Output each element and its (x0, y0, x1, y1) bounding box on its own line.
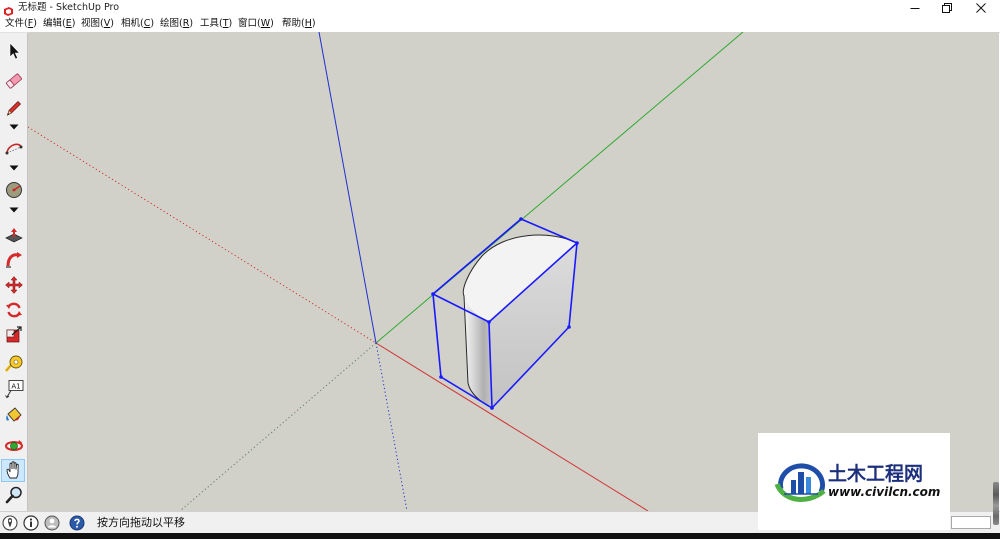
eraser-icon (6, 73, 22, 89)
credits-icon (23, 515, 39, 531)
menu-bar: 文件(F) 编辑(E) 视图(V) 相机(C) 绘图(R) 工具(T) 窗口(W… (0, 16, 1000, 33)
restore-button[interactable] (933, 0, 961, 16)
watermark-site-url: www.civilcn.com (828, 485, 941, 499)
paint-bucket-icon (6, 407, 22, 422)
red-axis-negative (28, 126, 377, 344)
taskbar-edge (0, 533, 1000, 539)
help-icon (69, 515, 85, 531)
rotate-icon (6, 302, 22, 318)
pan-hand-icon (6, 461, 19, 479)
minimize-icon (910, 8, 920, 9)
user-account-button[interactable] (44, 515, 60, 531)
orbit-tool-button[interactable] (4, 436, 24, 456)
text-icon-glyph: A1 (11, 383, 20, 391)
follow-me-tool-button[interactable] (4, 250, 24, 270)
zoom-tool-button[interactable] (4, 485, 24, 505)
green-axis-negative (179, 342, 377, 511)
orbit-icon (5, 440, 23, 451)
eraser-tool-button[interactable] (4, 71, 24, 91)
menu-edit[interactable]: 编辑(E) (43, 17, 75, 31)
arc-icon (5, 143, 23, 155)
window-title: 无标题 - SketchUp Pro (18, 2, 120, 13)
civilcn-logo-icon (774, 456, 828, 506)
push-pull-tool-button[interactable] (4, 226, 24, 246)
tape-measure-tool-button[interactable] (4, 354, 24, 374)
close-button[interactable] (967, 0, 995, 16)
zoom-icon (5, 486, 22, 504)
minimize-button[interactable] (901, 0, 929, 16)
dropdown-arrow-icon (9, 207, 19, 213)
restore-icon (942, 3, 952, 13)
text-icon: A1 (5, 380, 24, 399)
sketchup-logo-icon (3, 2, 14, 16)
dropdown-arrow-icon (9, 124, 19, 130)
move-icon (5, 276, 23, 294)
watermark: 土木工程网 www.civilcn.com (758, 433, 950, 530)
follow-me-icon (6, 252, 22, 268)
select-arrow-icon (9, 42, 21, 60)
user-icon (44, 515, 60, 531)
move-tool-button[interactable] (4, 275, 24, 295)
line-tool-button[interactable] (4, 98, 24, 118)
blue-axis (318, 32, 377, 344)
arc-tools-dropdown[interactable] (4, 162, 24, 174)
blue-axis-negative (375, 342, 408, 511)
title-bar: 无标题 - SketchUp Pro (0, 0, 1000, 16)
side-scroll-indicator (993, 482, 999, 525)
shapes-tool-button[interactable] (4, 180, 24, 200)
shapes-circle-icon (6, 182, 22, 198)
credits-button[interactable] (23, 515, 39, 531)
selected-half-cylinder-group[interactable] (431, 217, 579, 410)
model-axes (28, 32, 744, 511)
instructor-help-button[interactable] (69, 515, 85, 531)
scale-tool-button[interactable] (4, 325, 24, 345)
line-tools-dropdown[interactable] (4, 121, 24, 133)
tape-measure-icon (4, 355, 23, 372)
watermark-site-name: 土木工程网 (828, 463, 924, 485)
menu-tools[interactable]: 工具(T) (200, 17, 232, 31)
arc-tool-button[interactable] (4, 139, 24, 159)
large-tool-set-toolbar: A1 (0, 33, 28, 511)
scale-icon (6, 326, 22, 343)
rotate-tool-button[interactable] (4, 300, 24, 320)
pan-tool-button[interactable] (4, 460, 24, 480)
paint-bucket-tool-button[interactable] (4, 405, 24, 425)
measurements-box[interactable] (951, 516, 991, 529)
menu-draw[interactable]: 绘图(R) (160, 17, 193, 31)
line-pencil-icon (6, 101, 21, 116)
dropdown-arrow-icon (9, 165, 19, 171)
geo-location-icon (2, 515, 18, 531)
text-tool-button[interactable]: A1 (4, 379, 24, 399)
menu-view[interactable]: 视图(V) (81, 17, 114, 31)
shapes-tools-dropdown[interactable] (4, 204, 24, 216)
menu-help[interactable]: 帮助(H) (282, 17, 316, 31)
menu-window[interactable]: 窗口(W) (238, 17, 274, 31)
push-pull-icon (5, 228, 23, 243)
close-icon (976, 3, 986, 13)
menu-camera[interactable]: 相机(C) (121, 17, 154, 31)
menu-file[interactable]: 文件(F) (5, 17, 37, 31)
status-hint-text: 按方向拖动以平移 (97, 516, 185, 529)
geo-location-button[interactable] (2, 515, 18, 531)
select-tool-button[interactable] (4, 41, 24, 61)
